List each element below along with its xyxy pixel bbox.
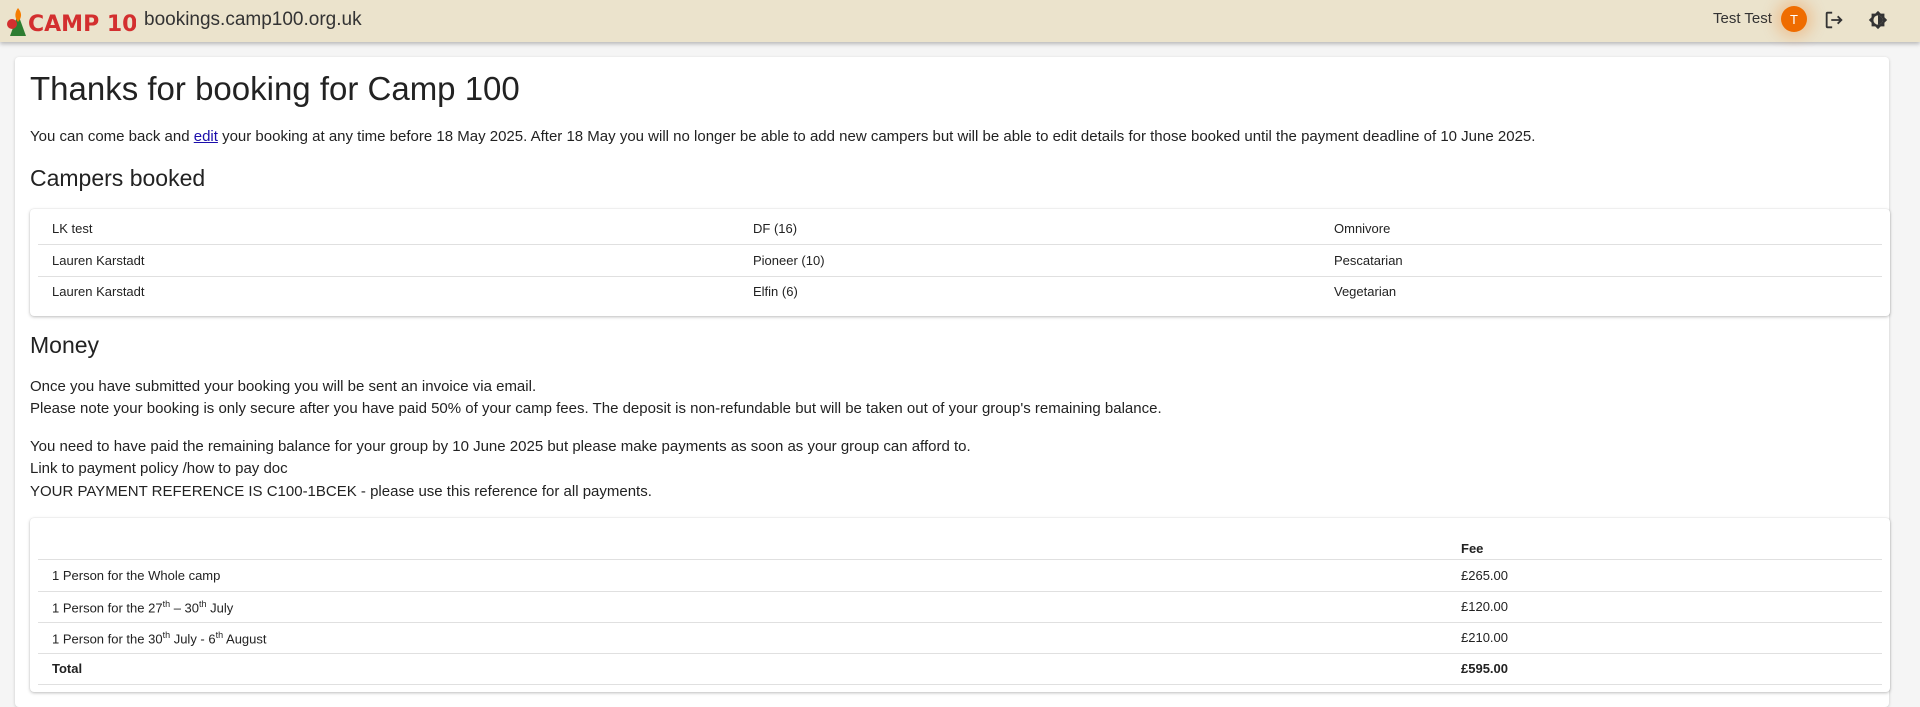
payment-reference: YOUR PAYMENT REFERENCE IS C100-1BCEK - p… xyxy=(30,483,652,500)
intro-after: your booking at any time before 18 May 2… xyxy=(217,128,1536,145)
table-row: 1 Person for the 27th – 30th July £120.0… xyxy=(38,591,1882,623)
fee-desc-text: 1 Person for the 27 xyxy=(52,600,163,616)
camper-name: Lauren Karstadt xyxy=(52,253,145,268)
table-row: 1 Person for the Whole camp £265.00 xyxy=(38,560,1882,592)
user-name: Test Test xyxy=(1713,10,1772,27)
table-row: LK test DF (16) Omnivore xyxy=(38,213,1882,245)
logout-button[interactable] xyxy=(1821,7,1847,33)
camp-logo-icon: CAMP 100 xyxy=(7,8,153,37)
total-row: Total £595.00 xyxy=(38,653,1882,685)
fee-description: 1 Person for the Whole camp xyxy=(52,568,220,583)
total-label: Total xyxy=(52,661,83,676)
camp-logo[interactable]: CAMP 100 xyxy=(4,2,153,38)
logo-text: CAMP 100 xyxy=(28,12,136,37)
fee-desc-text: – 30 xyxy=(170,600,200,616)
table-row: Lauren Karstadt Pioneer (10) Pescatarian xyxy=(38,245,1882,277)
fee-desc-text: 1 Person for the Whole camp xyxy=(52,568,221,583)
edit-link[interactable]: edit xyxy=(194,128,218,145)
total-amount: £595.00 xyxy=(1461,661,1508,676)
fee-desc-sup: th xyxy=(215,630,224,640)
fee-desc-text: August xyxy=(223,631,267,647)
page-title: Thanks for booking for Camp 100 xyxy=(30,70,520,107)
fee-desc-text: 1 Person for the 30 xyxy=(52,631,163,647)
site-title[interactable]: bookings.camp100.org.uk xyxy=(144,9,362,31)
fee-description: 1 Person for the 30th July - 6th August xyxy=(52,630,267,646)
table-row: 1 Person for the 30th July - 6th August … xyxy=(38,622,1882,654)
logout-icon xyxy=(1825,11,1843,29)
campers-table: LK test DF (16) Omnivore Lauren Karstadt… xyxy=(30,209,1890,316)
camper-name: Lauren Karstadt xyxy=(52,284,145,299)
money-line-2: Please note your booking is only secure … xyxy=(30,400,1162,417)
theme-toggle-icon xyxy=(1868,10,1888,30)
money-line-1: Once you have submitted your booking you… xyxy=(30,378,537,395)
fee-description: 1 Person for the 27th – 30th July xyxy=(52,599,233,615)
camper-diet: Vegetarian xyxy=(1334,284,1397,299)
payment-policy-link[interactable]: Link to payment policy /how to pay doc xyxy=(30,460,288,477)
fee-column-header: Fee xyxy=(1461,541,1484,556)
fee-desc-sup: th xyxy=(162,599,171,609)
intro-before: You can come back and xyxy=(30,128,194,145)
fee-desc-text: July xyxy=(206,600,234,616)
fees-header-row: Fee xyxy=(38,525,1882,560)
money-line-3: You need to have paid the remaining bala… xyxy=(30,438,971,455)
money-heading: Money xyxy=(30,332,100,358)
app-bar: CAMP 100 bookings.camp100.org.uk Test Te… xyxy=(0,0,1920,42)
camper-diet: Pescatarian xyxy=(1334,253,1403,268)
camper-group: DF (16) xyxy=(753,221,798,236)
fees-table: Fee 1 Person for the Whole camp £265.00 … xyxy=(30,518,1890,692)
fee-amount: £265.00 xyxy=(1461,568,1508,583)
camper-diet: Omnivore xyxy=(1334,221,1391,236)
campers-heading: Campers booked xyxy=(30,165,206,191)
fee-desc-sup: th xyxy=(199,599,207,609)
fee-desc-text: July - 6 xyxy=(170,631,216,647)
camper-group: Elfin (6) xyxy=(753,284,798,299)
user-avatar[interactable]: T xyxy=(1781,6,1807,32)
fee-desc-sup: th xyxy=(162,630,171,640)
theme-toggle-button[interactable] xyxy=(1865,7,1891,33)
intro-text: You can come back and edit your booking … xyxy=(30,128,1535,145)
table-row: Lauren Karstadt Elfin (6) Vegetarian xyxy=(38,276,1882,307)
camper-group: Pioneer (10) xyxy=(753,253,825,268)
fee-amount: £210.00 xyxy=(1461,630,1508,645)
fee-amount: £120.00 xyxy=(1461,599,1508,614)
camper-name: LK test xyxy=(52,221,93,236)
